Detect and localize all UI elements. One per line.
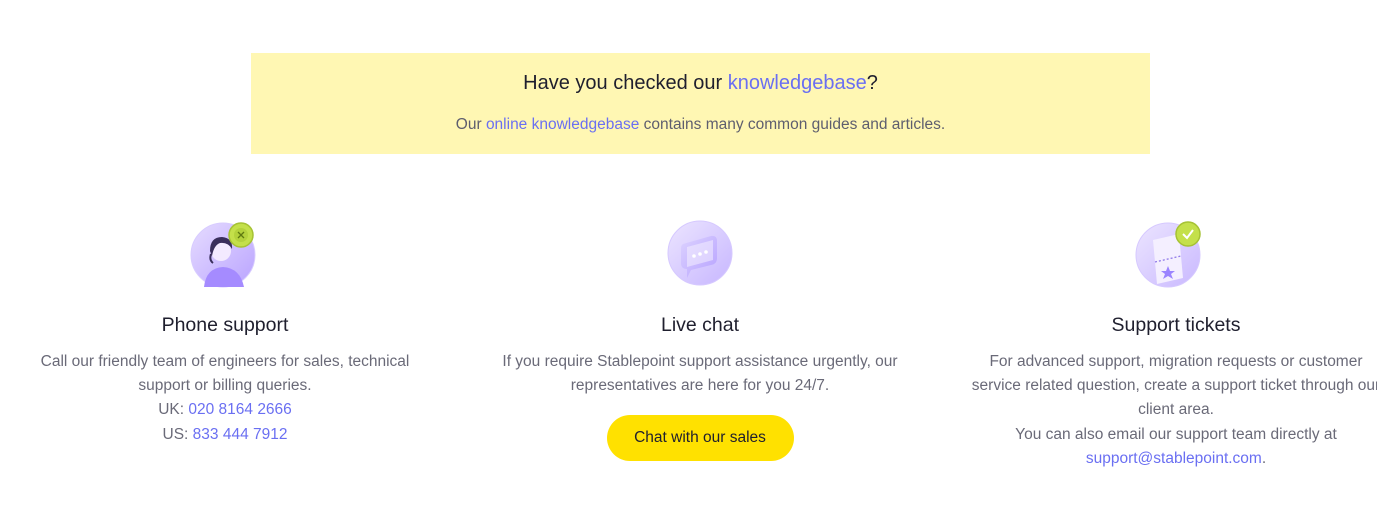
knowledgebase-banner: Have you checked our knowledgebase? Our … [251, 53, 1150, 154]
live-chat-title: Live chat [660, 314, 740, 336]
support-tickets-description: For advanced support, migration requests… [971, 353, 1377, 419]
us-phone-line: US: 833 444 7912 [15, 423, 435, 447]
support-email-link[interactable]: support@stablepoint.com [1086, 450, 1262, 467]
phone-support-description: Call our friendly team of engineers for … [40, 353, 410, 395]
us-label: US: [162, 425, 193, 443]
knowledgebase-link[interactable]: knowledgebase [728, 72, 867, 94]
live-chat-section: Live chat If you require Stablepoint sup… [490, 218, 910, 462]
banner-title-suffix: ? [866, 72, 878, 94]
ticket-icon [1135, 218, 1205, 288]
uk-label: UK: [158, 401, 189, 419]
phone-support-section: Phone support Call our friendly team of … [15, 218, 435, 447]
support-tickets-title: Support tickets [1111, 314, 1241, 336]
online-knowledgebase-link[interactable]: online knowledgebase [486, 116, 639, 133]
phone-support-title: Phone support [161, 314, 289, 336]
uk-phone-line: UK: 020 8164 2666 [15, 398, 435, 422]
us-phone-link[interactable]: 833 444 7912 [193, 426, 288, 443]
headset-agent-icon [190, 218, 260, 288]
chat-bubble-icon [665, 218, 735, 288]
banner-sub-suffix: contains many common guides and articles… [639, 116, 946, 133]
chat-with-sales-button[interactable]: Chat with our sales [606, 415, 794, 462]
email-link-line: support@stablepoint.com. [966, 447, 1377, 471]
live-chat-text: If you require Stablepoint support assis… [502, 353, 898, 395]
support-tickets-section: Support tickets For advanced support, mi… [966, 218, 1377, 471]
email-support-line: You can also email our support team dire… [1015, 425, 1337, 443]
banner-title-text: Have you checked our [523, 72, 728, 94]
support-tickets-text: For advanced support, migration requests… [966, 350, 1377, 471]
banner-title: Have you checked our knowledgebase? [251, 72, 1150, 95]
email-suffix: . [1261, 449, 1267, 467]
banner-sub-prefix: Our [455, 116, 486, 133]
banner-subtitle: Our online knowledgebase contains many c… [251, 116, 1150, 134]
phone-support-text: Call our friendly team of engineers for … [15, 350, 435, 447]
uk-phone-link[interactable]: 020 8164 2666 [188, 401, 291, 418]
